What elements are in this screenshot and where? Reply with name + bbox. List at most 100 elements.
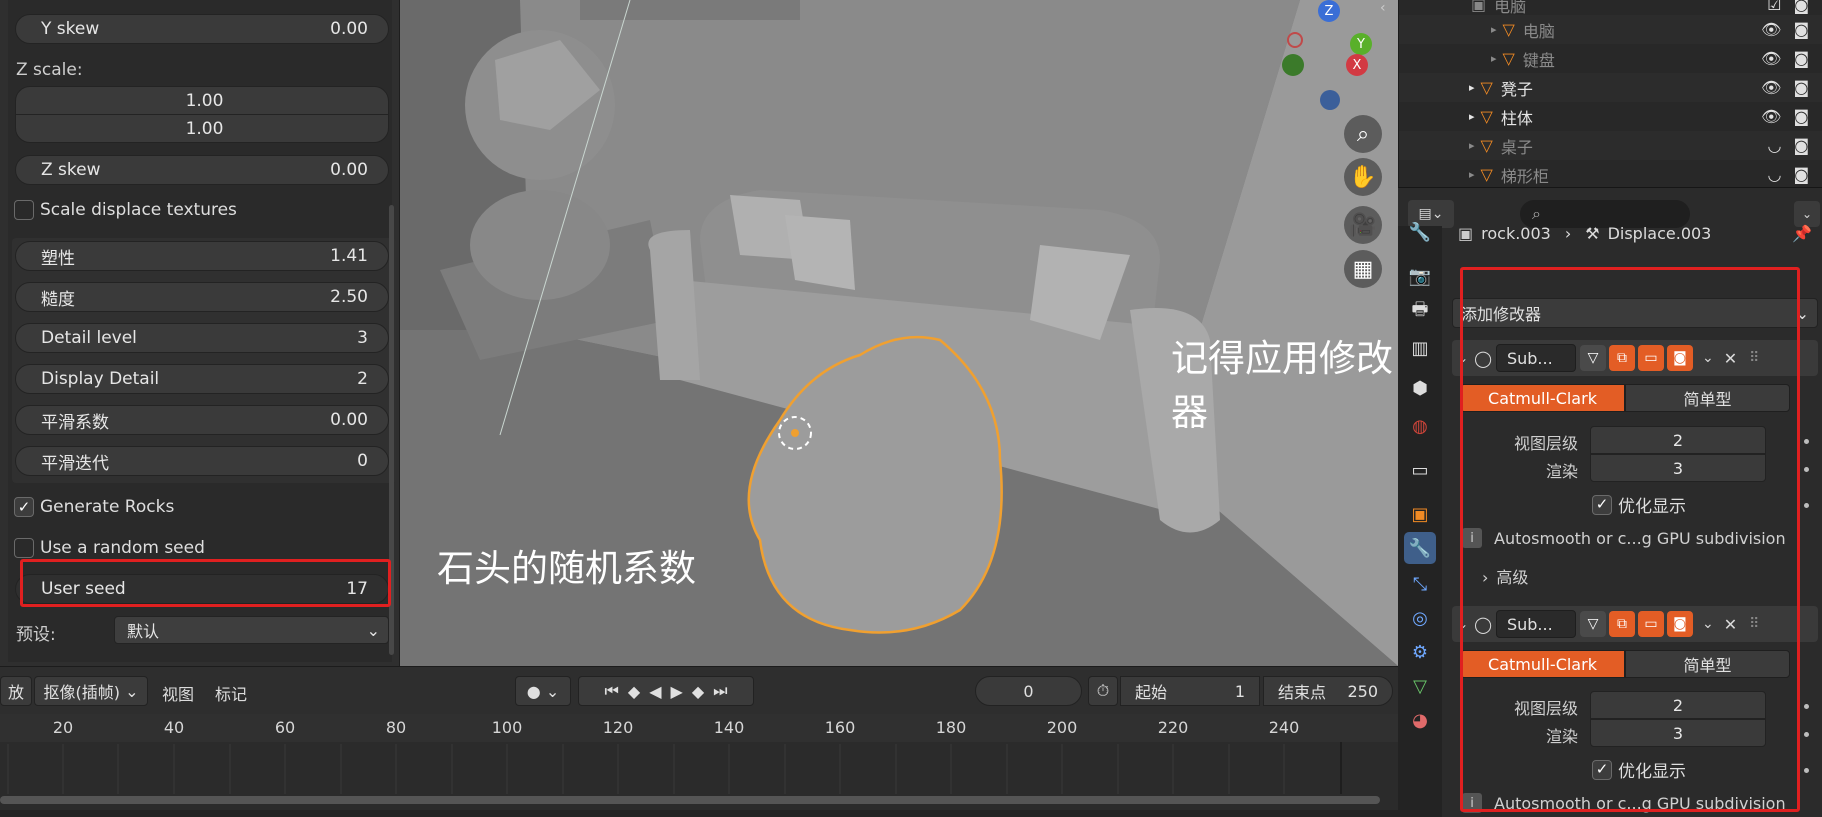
- camera-icon[interactable]: ◙: [1793, 136, 1809, 155]
- jump-end-icon[interactable]: ⏭: [713, 681, 727, 701]
- smooth-factor-field[interactable]: 平滑系数 0.00: [15, 405, 389, 435]
- camera-icon[interactable]: 🎥: [1344, 206, 1382, 244]
- animate-dot[interactable]: [1804, 768, 1809, 773]
- animate-dot[interactable]: [1804, 439, 1809, 444]
- keying-dropdown[interactable]: 抠像(插帧) ⌄: [34, 676, 148, 706]
- expand-arrow-icon[interactable]: ▸: [1469, 139, 1475, 152]
- eye-icon[interactable]: 👁: [1761, 107, 1781, 126]
- z-skew-field[interactable]: Z skew 0.00: [15, 155, 389, 185]
- checkbox-box[interactable]: [14, 200, 34, 220]
- animate-dot[interactable]: [1804, 503, 1809, 508]
- robot-body: [470, 190, 610, 300]
- render-tab-icon[interactable]: 📷: [1404, 260, 1436, 292]
- eye-icon[interactable]: 👁: [1761, 49, 1781, 68]
- y-axis-handle[interactable]: Y: [1350, 33, 1372, 55]
- outliner-row[interactable]: ▸ ▽ 梯形柜 ◡ ◙: [1399, 160, 1822, 189]
- neg-z-handle[interactable]: [1320, 90, 1340, 110]
- auto-keying-button[interactable]: ● ⌄: [515, 676, 571, 706]
- outliner-row-label: 电脑: [1522, 21, 1555, 41]
- collapse-arrow-icon[interactable]: ‹: [1380, 0, 1398, 18]
- modifier-tab-icon[interactable]: 🔧: [1404, 532, 1436, 564]
- camera-icon[interactable]: ◙: [1793, 78, 1809, 97]
- display-detail-field[interactable]: Display Detail 2: [15, 364, 389, 394]
- prev-keyframe-icon[interactable]: ◆: [628, 682, 640, 701]
- detail-level-field[interactable]: Detail level 3: [15, 323, 389, 353]
- plasticity-field[interactable]: 塑性 1.41: [15, 241, 389, 271]
- outliner-row[interactable]: ▸ ▽ 电脑 👁 ◙: [1399, 15, 1822, 44]
- constraints-tab-icon[interactable]: ⚙: [1404, 636, 1436, 668]
- outliner-row[interactable]: ▸ ▽ 凳子 👁 ◙: [1399, 73, 1822, 102]
- view-layer-tab-icon[interactable]: ▥: [1404, 332, 1436, 364]
- marker-menu[interactable]: 标记: [215, 681, 247, 705]
- physics-tab-icon[interactable]: ◎: [1404, 602, 1436, 634]
- z-axis-handle[interactable]: Z: [1318, 0, 1340, 22]
- eye-icon[interactable]: 👁: [1761, 20, 1781, 39]
- y-skew-field[interactable]: Y skew 0.00: [15, 14, 389, 44]
- play-icon[interactable]: ▶: [671, 682, 683, 701]
- data-tab-icon[interactable]: ▽: [1404, 670, 1436, 702]
- scale-displace-textures-checkbox[interactable]: Scale displace textures: [14, 200, 237, 220]
- tool-tab-icon[interactable]: 🔧: [1404, 216, 1436, 248]
- particles-tab-icon[interactable]: ⤡: [1404, 568, 1436, 600]
- world-tab-icon[interactable]: ◍: [1404, 410, 1436, 442]
- expand-arrow-icon[interactable]: ▸: [1491, 23, 1497, 36]
- generate-rocks-checkbox[interactable]: ✓ Generate Rocks: [14, 497, 174, 517]
- rock-params-group: 塑性 1.41 糙度 2.50 Detail level 3 Display D…: [12, 238, 396, 483]
- x-axis-handle[interactable]: X: [1346, 54, 1368, 76]
- start-frame-field[interactable]: 起始 1: [1120, 676, 1260, 706]
- collection-tab-icon[interactable]: ▭: [1404, 454, 1436, 486]
- camera-icon[interactable]: ◙: [1793, 165, 1809, 184]
- frame-ruler[interactable]: 20 40 60 80 100 120 140 160 180 200 220 …: [0, 714, 1398, 742]
- material-tab-icon[interactable]: ◕: [1404, 704, 1436, 736]
- grid-perspective-icon[interactable]: ▦: [1344, 250, 1382, 288]
- checkbox-icon[interactable]: ☑: [1767, 0, 1781, 14]
- expand-arrow-icon[interactable]: ▸: [1469, 110, 1475, 123]
- end-frame-field[interactable]: 结束点 250: [1263, 676, 1393, 706]
- random-seed-checkbox[interactable]: Use a random seed: [14, 538, 205, 558]
- jump-start-icon[interactable]: ⏮: [604, 681, 618, 701]
- neg-y-handle[interactable]: [1282, 54, 1304, 76]
- roughness-label: 糙度: [41, 289, 75, 310]
- hand-pan-icon[interactable]: ✋: [1344, 158, 1382, 196]
- animate-dot[interactable]: [1804, 732, 1809, 737]
- pin-icon[interactable]: 📌: [1792, 224, 1812, 243]
- object-tab-icon[interactable]: ▣: [1404, 498, 1436, 530]
- apply-modifier-annotation: 记得应用修改器: [1171, 337, 1393, 434]
- checkmark-icon[interactable]: ✓: [14, 497, 34, 517]
- preset-dropdown[interactable]: 默认 ⌄: [114, 616, 389, 644]
- timeline-scrollbar[interactable]: [0, 796, 1380, 804]
- checkbox-box[interactable]: [14, 538, 34, 558]
- outliner-row[interactable]: ▸ ▽ 桌子 ◡ ◙: [1399, 131, 1822, 160]
- camera-icon[interactable]: ◙: [1793, 107, 1809, 126]
- expand-arrow-icon[interactable]: ▸: [1469, 81, 1475, 94]
- axis-gizmo[interactable]: Z Y X: [1280, 0, 1380, 110]
- camera-icon[interactable]: ◙: [1793, 20, 1809, 39]
- z-scale-min-field[interactable]: 1.00: [15, 86, 389, 115]
- neg-x-handle[interactable]: [1287, 32, 1303, 48]
- smooth-iterations-field[interactable]: 平滑迭代 0: [15, 446, 389, 476]
- current-frame-field[interactable]: 0: [975, 676, 1082, 706]
- expand-arrow-icon[interactable]: ▸: [1469, 168, 1475, 181]
- z-scale-max-field[interactable]: 1.00: [15, 114, 389, 143]
- outliner-row[interactable]: ▸ ▽ 键盘 👁 ◙: [1399, 44, 1822, 73]
- hidden-eye-icon[interactable]: ◡: [1768, 165, 1782, 184]
- playback-mode-dropdown[interactable]: 放: [0, 676, 32, 706]
- preset-value: 默认: [127, 622, 160, 641]
- next-keyframe-icon[interactable]: ◆: [692, 682, 704, 701]
- camera-icon[interactable]: ◙: [1793, 0, 1809, 14]
- 3d-viewport[interactable]: 石头的随机系数 记得应用修改器 Z Y X ⌕ ✋ 🎥 ▦ ‹: [400, 0, 1398, 666]
- animate-dot[interactable]: [1804, 467, 1809, 472]
- view-menu[interactable]: 视图: [162, 681, 194, 705]
- hidden-eye-icon[interactable]: ◡: [1768, 136, 1782, 155]
- outliner-row[interactable]: ▸ ▽ 柱体 👁 ◙: [1399, 102, 1822, 131]
- zoom-icon[interactable]: ⌕: [1344, 115, 1382, 153]
- expand-arrow-icon[interactable]: ▸: [1491, 52, 1497, 65]
- play-reverse-icon[interactable]: ◀: [649, 682, 661, 701]
- scene-tab-icon[interactable]: ⬢: [1404, 372, 1436, 404]
- output-tab-icon[interactable]: 🖶: [1404, 296, 1436, 328]
- eye-icon[interactable]: 👁: [1761, 78, 1781, 97]
- camera-icon[interactable]: ◙: [1793, 49, 1809, 68]
- stopwatch-icon[interactable]: ⏱: [1088, 676, 1118, 706]
- animate-dot[interactable]: [1804, 704, 1809, 709]
- roughness-field[interactable]: 糙度 2.50: [15, 282, 389, 312]
